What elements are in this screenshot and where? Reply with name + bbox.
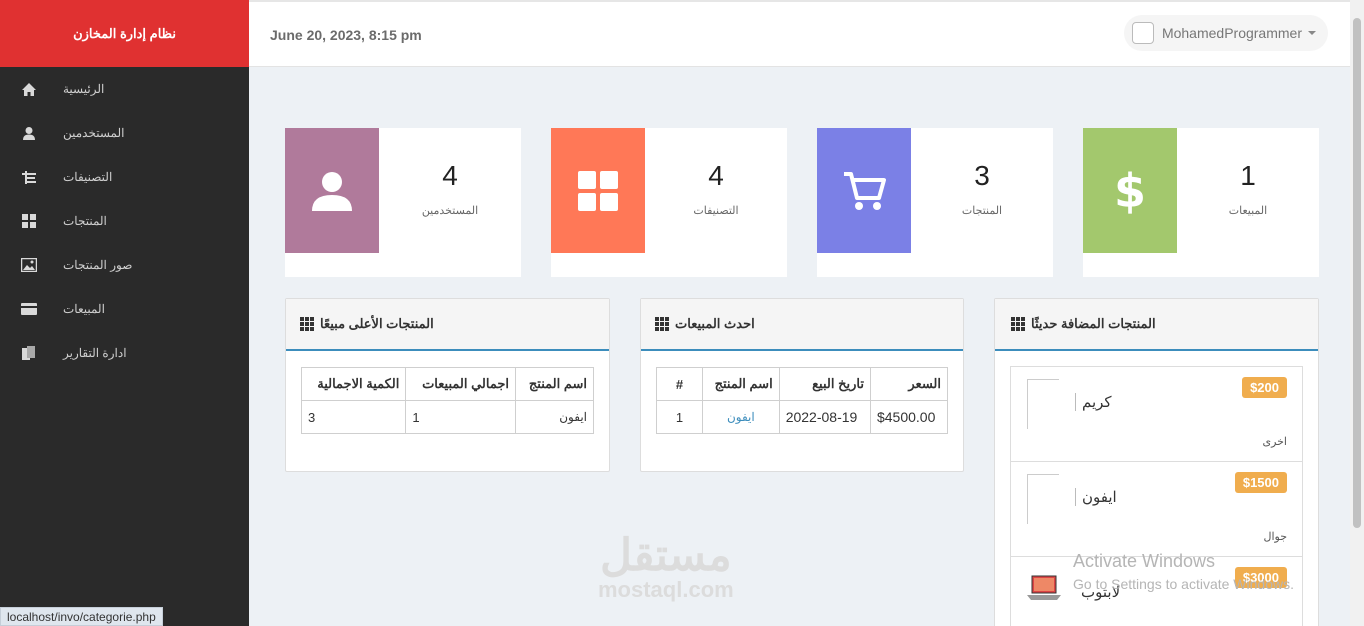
brand-title[interactable]: نظام إدارة المخازن	[0, 0, 249, 67]
product-name[interactable]: ايفون	[1075, 488, 1117, 506]
column-header: السعر	[869, 367, 949, 401]
panel-title: احدث المبيعات	[675, 316, 755, 331]
activate-subtitle: Go to Settings to activate Windows.	[1073, 576, 1294, 592]
product-category: جوال	[1263, 531, 1287, 543]
latest-sales-table: # اسم المنتج تاريخ البيع السعر 1 ايفون 2…	[656, 367, 949, 434]
image-icon	[20, 256, 38, 274]
product-thumbnail	[1027, 474, 1059, 524]
sidebar-item-label: التصنيفات	[63, 170, 113, 184]
table-header-row: الكمية الاجمالية اجمالي المبيعات اسم الم…	[300, 367, 594, 401]
avatar	[1131, 22, 1154, 44]
scroll-thumb[interactable]	[1353, 18, 1361, 528]
stat-card-products[interactable]: 3 المنتجات	[817, 128, 1053, 277]
categories-icon	[20, 168, 38, 186]
username: MohamedProgrammer	[1161, 25, 1302, 41]
watermark: مستقل mostaql.com	[598, 530, 734, 603]
stat-label: المستخدمين	[421, 205, 479, 217]
grid-icon	[300, 317, 314, 331]
table-header-row: # اسم المنتج تاريخ البيع السعر	[656, 367, 949, 401]
stat-card-categories[interactable]: 4 التصنيفات	[551, 128, 787, 277]
watermark-url: mostaql.com	[598, 577, 734, 602]
reports-icon	[20, 344, 38, 362]
sidebar-item-reports[interactable]: ادارة التقارير	[0, 331, 249, 375]
table-cell: 1	[656, 400, 703, 434]
sidebar-item-label: المنتجات	[63, 214, 107, 228]
stat-card-users[interactable]: 4 المستخدمين	[285, 128, 521, 277]
grid-icon	[551, 128, 645, 253]
product-name[interactable]: كريم	[1075, 393, 1112, 411]
stat-card-sales[interactable]: $ 1 المبيعات	[1083, 128, 1319, 277]
panel-title: المنتجات الأعلى مبيعًا	[320, 316, 434, 331]
watermark-arabic: مستقل	[600, 531, 732, 580]
activate-title: Activate Windows	[1073, 551, 1216, 571]
table-cell: 2022-08-19	[778, 400, 871, 434]
panel-header: المنتجات الأعلى مبيعًا	[286, 299, 609, 351]
current-date: June 20, 2023, 8:15 pm	[270, 27, 422, 43]
latest-sales-panel: احدث المبيعات # اسم المنتج تاريخ البيع ا…	[640, 298, 964, 472]
column-header: تاريخ البيع	[778, 367, 871, 401]
column-header: اجمالي المبيعات	[405, 367, 516, 401]
sidebar-item-categories[interactable]: التصنيفات	[0, 155, 249, 199]
price-badge: $1500	[1234, 472, 1287, 493]
top-selling-table: الكمية الاجمالية اجمالي المبيعات اسم الم…	[300, 367, 594, 434]
stat-label: التصنيفات	[693, 205, 739, 217]
panel-header: احدث المبيعات	[641, 299, 963, 351]
column-header: الكمية الاجمالية	[300, 367, 407, 401]
status-url: localhost/invo/categorie.php	[0, 607, 163, 626]
user-icon	[20, 124, 38, 142]
user-icon	[285, 128, 379, 253]
sidebar-item-sales[interactable]: المبيعات	[0, 287, 249, 331]
grid-icon	[655, 317, 669, 331]
product-link[interactable]: ايفون	[702, 400, 780, 434]
panel-title: المنتجات المضافة حديثًا	[1031, 316, 1156, 331]
chevron-down-icon	[1308, 31, 1316, 35]
panel-header: المنتجات المضافة حديثًا	[995, 299, 1318, 351]
product-thumbnail	[1027, 379, 1059, 429]
table-row: 3 1 ايفون	[300, 400, 594, 434]
cart-icon	[817, 128, 911, 253]
grid-icon	[1011, 317, 1025, 331]
sidebar-item-label: الرئيسية	[63, 82, 105, 96]
column-header: #	[656, 367, 703, 401]
table-cell: ايفون	[515, 400, 594, 434]
stat-value: 3	[974, 160, 990, 191]
top-header: June 20, 2023, 8:15 pm MohamedProgrammer	[249, 0, 1350, 67]
user-menu[interactable]: MohamedProgrammer	[1123, 15, 1328, 51]
home-icon	[20, 80, 38, 98]
list-item[interactable]: ايفون $1500 جوال	[1011, 462, 1302, 557]
product-category: اخرى	[1262, 436, 1287, 448]
sidebar: نظام إدارة المخازن الرئيسية المستخدمين ا…	[0, 0, 249, 626]
stat-value: 4	[708, 160, 724, 191]
top-selling-panel: المنتجات الأعلى مبيعًا الكمية الاجمالية …	[285, 298, 610, 472]
list-item[interactable]: كريم $200 اخرى	[1011, 367, 1302, 462]
stat-label: المبيعات	[1228, 205, 1268, 217]
sidebar-item-label: المستخدمين	[63, 126, 125, 140]
table-cell: 3	[300, 400, 407, 434]
activate-windows-notice: Activate Windows Go to Settings to activ…	[1073, 551, 1294, 592]
sidebar-item-users[interactable]: المستخدمين	[0, 111, 249, 155]
column-header: اسم المنتج	[702, 367, 780, 401]
stat-value: 4	[442, 160, 458, 191]
dollar-icon: $	[1083, 128, 1177, 253]
stat-value: 1	[1240, 160, 1256, 191]
laptop-thumbnail	[1027, 575, 1061, 606]
card-icon	[20, 300, 38, 318]
price-badge: $200	[1242, 377, 1287, 398]
scrollbar[interactable]	[1350, 0, 1364, 626]
stat-label: المنتجات	[961, 205, 1003, 217]
sidebar-item-label: صور المنتجات	[63, 258, 133, 272]
table-cell: $4500.00	[869, 400, 949, 434]
sidebar-item-product-images[interactable]: صور المنتجات	[0, 243, 249, 287]
sidebar-item-label: المبيعات	[63, 302, 105, 316]
column-header: اسم المنتج	[515, 367, 594, 401]
sidebar-item-products[interactable]: المنتجات	[0, 199, 249, 243]
grid-icon	[20, 212, 38, 230]
table-row: 1 ايفون 2022-08-19 $4500.00	[656, 400, 949, 434]
sidebar-item-label: ادارة التقارير	[63, 346, 127, 360]
sidebar-item-home[interactable]: الرئيسية	[0, 67, 249, 111]
table-cell: 1	[405, 400, 516, 434]
